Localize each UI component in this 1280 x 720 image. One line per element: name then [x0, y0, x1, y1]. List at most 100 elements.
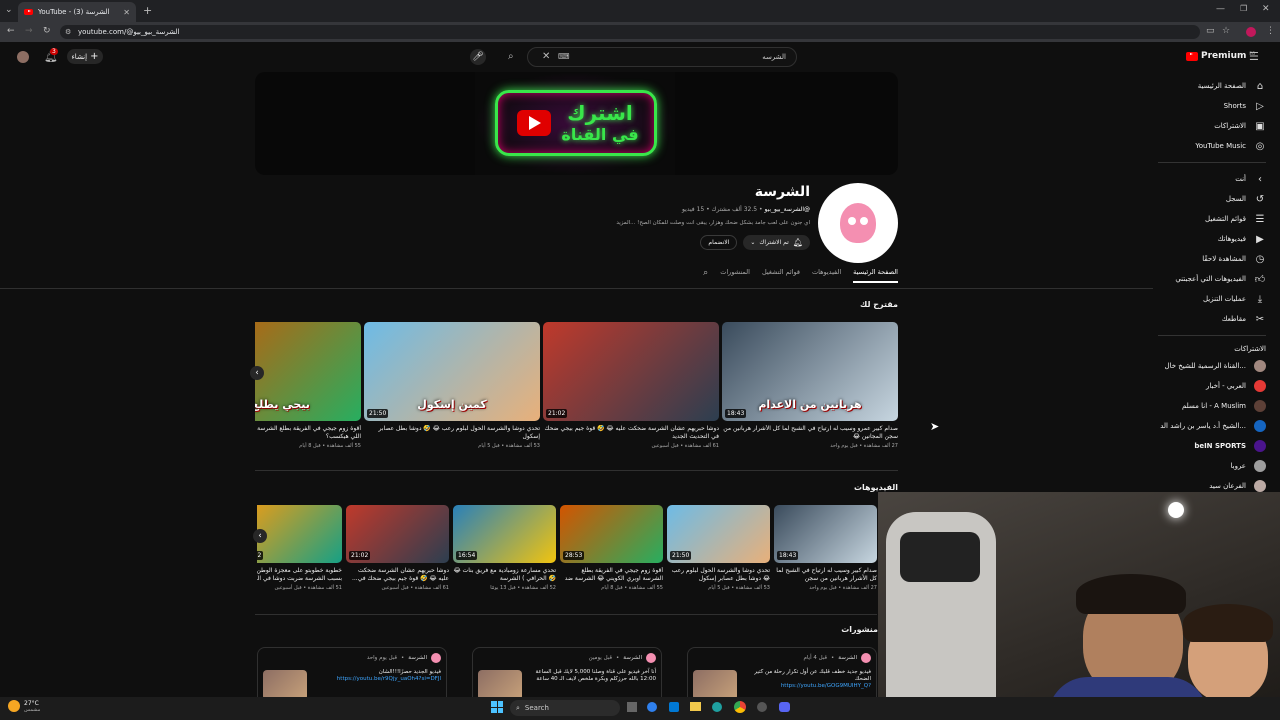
tab-videos[interactable]: الفيديوهات [812, 268, 841, 276]
video-thumbnail[interactable]: 16:54 [453, 505, 556, 563]
video-thumbnail[interactable]: هربانين من الاعدام 18:43 [722, 322, 898, 421]
carousel-prev-button[interactable]: ‹ [253, 529, 267, 543]
sidebar-item-liked[interactable]: الفيديوهات التي أعجبتني 👍︎ [1158, 269, 1266, 289]
subscribed-button[interactable]: 🔔︎ تم الاشتراك ⌄ [743, 235, 810, 250]
profile-avatar[interactable] [1246, 27, 1256, 37]
reload-icon[interactable]: ↻ [43, 26, 51, 36]
sidebar-you-header[interactable]: أنت ‹ [1158, 169, 1266, 189]
youtube-premium-logo[interactable]: Premium EG [1186, 51, 1255, 61]
community-post[interactable]: الشرسة • قبل يوم واحد فيديو الجديد حصرًا!… [257, 647, 447, 697]
site-info-icon[interactable]: ⚙ [65, 25, 71, 39]
post-link[interactable]: https://youtu.be/r9Qjy_uaOh4?si=DFJl [315, 676, 441, 682]
video-title[interactable]: خطوبة خطوبتو على معجزة الوطن بالقت بسبب … [257, 567, 342, 583]
address-bar[interactable]: ⚙ youtube.com/@الشرسة_بيو_بيو [60, 25, 1200, 39]
chevron-left-icon: ‹ [1258, 173, 1262, 185]
account-avatar[interactable] [17, 51, 29, 63]
post-link[interactable]: https://youtu.be/GOG9MUIHY_Q? [745, 683, 871, 689]
channel-avatar[interactable] [818, 183, 898, 263]
video-card[interactable]: هربانين من الاعدام 18:43 صدام كبير عمرو وس… [722, 322, 898, 462]
forward-icon[interactable]: → [25, 26, 33, 36]
video-thumbnail[interactable]: 28:53 [560, 505, 663, 563]
join-button[interactable]: الانضمام [700, 235, 738, 250]
file-explorer-icon[interactable] [690, 702, 701, 711]
channel-description[interactable]: أي جنون على لعب جامد بشكل ضحك وهزار، يبق… [560, 220, 810, 226]
community-post[interactable]: الشرسة • قبل 4 أيام فيديو جديد خطف قلبك ع… [687, 647, 877, 697]
clear-search-icon[interactable]: ✕ [542, 51, 550, 62]
video-title[interactable]: صدام كبير وسيب له ارتياح في الشبح لما كل… [774, 567, 877, 583]
settings-gear-icon[interactable] [757, 702, 767, 712]
windows-start-icon[interactable] [491, 701, 503, 713]
sidebar-item-history[interactable]: السجل ↺ [1158, 189, 1266, 209]
edge-icon[interactable] [712, 702, 722, 712]
tab-close-icon[interactable]: ✕ [123, 8, 130, 17]
sidebar-item-your-videos[interactable]: فيديوهاتك ▶ [1158, 229, 1266, 249]
bookmark-star-icon[interactable]: ☆ [1222, 26, 1230, 36]
sidebar-sub-item[interactable]: القناة الرسمية للشيخ خال... [1158, 356, 1266, 376]
copilot-icon[interactable] [647, 702, 657, 712]
video-title[interactable]: صدام كبير عمرو وسيب له ارتياح في الشبح ل… [722, 425, 898, 441]
carousel-prev-button[interactable]: ‹ [250, 366, 264, 380]
tab-posts[interactable]: المنشورات [720, 268, 750, 276]
video-card[interactable]: كمين إسكول 21:50 تحدي دوشا والشرسة الحول ل… [364, 322, 540, 462]
sidebar-sub-item[interactable]: beIN SPORTS [1158, 436, 1266, 456]
video-card[interactable]: 28:53 أقوة زوم جيجي في الفريقة بطلع الشرس… [560, 505, 663, 605]
new-tab-icon[interactable]: + [143, 4, 152, 17]
video-card[interactable]: 19:02 خطوبة خطوبتو على معجزة الوطن بالقت … [257, 505, 342, 605]
video-card[interactable]: 21:02 دوشا حبريهم عشان الشرسة ضحكت عليه 😂… [346, 505, 449, 605]
discord-icon[interactable] [779, 702, 790, 712]
tab-search-icon[interactable]: ⌄ [5, 5, 13, 15]
video-card[interactable]: 16:54 تحدي مسارعة زومبادية مع فريق بنات 😂… [453, 505, 556, 605]
video-thumbnail[interactable]: كمين إسكول 21:50 [364, 322, 540, 421]
back-icon[interactable]: ← [7, 26, 15, 36]
video-title[interactable]: دوشا حبريهم عشان الشرسة ضحكت عليه 😂 🤣 قو… [543, 425, 719, 441]
community-post[interactable]: الشرسة • قبل يومين أنا آخر فيديو على قناة… [472, 647, 662, 697]
video-thumbnail[interactable]: بيجي يطلع الـ [255, 322, 361, 421]
video-card[interactable]: 21:02 دوشا حبريهم عشان الشرسة ضحكت عليه 😂… [543, 322, 719, 462]
maximize-icon[interactable]: ❐ [1240, 4, 1247, 13]
video-thumbnail[interactable]: 21:02 [346, 505, 449, 563]
taskbar-search[interactable]: ⌕ Search [510, 700, 620, 716]
sidebar-sub-item[interactable]: العربي - أخبار [1158, 376, 1266, 396]
browser-tab[interactable]: YouTube - (3) الشرسة ✕ [18, 2, 136, 22]
video-title[interactable]: دوشا حبريهم عشان الشرسة ضحكت عليه 😂 🤣 قو… [346, 567, 449, 583]
browser-menu-icon[interactable]: ⋮ [1266, 26, 1275, 36]
video-title[interactable]: تحدي مسارعة زومبادية مع فريق بنات 😂 🤣 ال… [453, 567, 556, 583]
minimize-icon[interactable]: — [1216, 4, 1225, 14]
video-thumbnail[interactable]: 21:50 [667, 505, 770, 563]
cast-icon[interactable]: ▭ [1206, 26, 1215, 36]
video-title[interactable]: تحدي دوشا والشرسة الحول لبلوم رعب 😂 دوشا… [667, 567, 770, 583]
video-title[interactable]: تحدي دوشا والشرسة الحول لبلوم رعب 😂 🤣 دو… [364, 425, 540, 441]
sidebar-item-home[interactable]: الصفحة الرئيسية ⌂ [1158, 76, 1266, 96]
search-input[interactable]: الشرسه ✕ ⌕ ⌨ [508, 47, 797, 67]
sidebar-sub-item[interactable]: الشيخ أ.د ياسر بن راشد الد... [1158, 416, 1266, 436]
create-button[interactable]: إنشاء + [67, 49, 103, 64]
tab-home[interactable]: الصفحة الرئيسية [853, 268, 898, 283]
sidebar-sub-item[interactable]: انا مسلم - A Muslim [1158, 396, 1266, 416]
keyboard-icon[interactable]: ⌨ [558, 52, 570, 61]
sidebar-item-downloads[interactable]: عمليات التنزيل ⤓ [1158, 289, 1266, 309]
tab-playlists[interactable]: قوائم التشغيل [762, 268, 800, 276]
sidebar-item-clips[interactable]: مقاطعك ✂ [1158, 309, 1266, 329]
chrome-icon[interactable] [734, 701, 746, 713]
sidebar-item-watch-later[interactable]: المشاهدة لاحقًا ◷ [1158, 249, 1266, 269]
task-view-icon[interactable] [627, 702, 637, 712]
voice-search-icon[interactable]: 🎤︎ [470, 49, 486, 65]
video-thumbnail[interactable]: 18:43 [774, 505, 877, 563]
video-card[interactable]: 18:43 صدام كبير وسيب له ارتياح في الشبح ل… [774, 505, 877, 605]
sidebar-item-shorts[interactable]: Shorts ▷ [1158, 96, 1266, 116]
sidebar-item-playlists[interactable]: قوائم التشغيل ☰ [1158, 209, 1266, 229]
sidebar-sub-item[interactable]: عروبا [1158, 456, 1266, 476]
video-card[interactable]: 21:50 تحدي دوشا والشرسة الحول لبلوم رعب 😂… [667, 505, 770, 605]
channel-search-icon[interactable]: ⌕ [703, 268, 708, 278]
video-card[interactable]: بيجي يطلع الـ أقوة زوم جيجي في الفريقة بط… [255, 322, 361, 462]
weather-widget[interactable]: 27°C مشمس [8, 700, 40, 714]
video-thumbnail[interactable]: 19:02 [257, 505, 342, 563]
sidebar-item-music[interactable]: YouTube Music ◎ [1158, 136, 1266, 156]
window-close-icon[interactable]: ✕ [1262, 4, 1270, 14]
video-title[interactable]: أقوة زوم جيجي في الفريقة بطلع الشرسة اوب… [560, 567, 663, 583]
sidebar-item-subscriptions[interactable]: الاشتراكات ▣ [1158, 116, 1266, 136]
search-icon[interactable]: ⌕ [508, 51, 514, 62]
video-thumbnail[interactable]: 21:02 [543, 322, 719, 421]
outlook-icon[interactable] [669, 702, 679, 712]
video-title[interactable]: أقوة زوم جيجي في الفريقة بطلع الشرسة اوب… [255, 425, 361, 441]
